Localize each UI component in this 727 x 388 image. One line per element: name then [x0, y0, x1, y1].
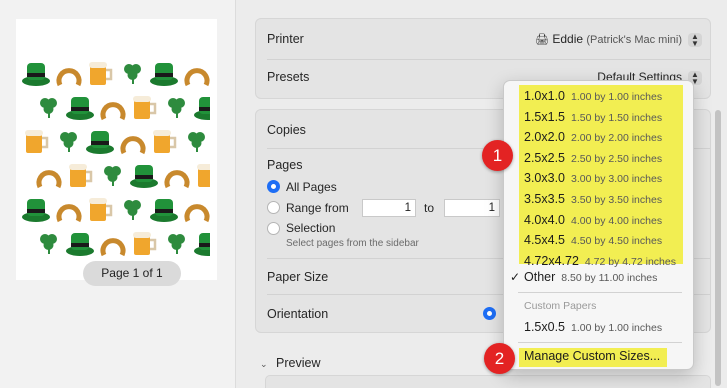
printer-name: Eddie [552, 32, 584, 46]
preview-label: Preview [276, 356, 321, 370]
paper-size-menu: 1.0x1.0 1.00 by 1.00 inches 1.5x1.5 1.50 by… [503, 80, 694, 370]
chevron-down-icon: ⌄ [260, 359, 268, 369]
menu-item-size: 1.00 by 1.00 inches [571, 91, 663, 103]
copies-label: Copies [267, 123, 306, 137]
selection-hint: Select pages from the sidebar [286, 238, 419, 249]
orientation-portrait-radio[interactable] [483, 307, 496, 320]
pages-label: Pages [267, 158, 303, 172]
menu-item-name: 4.0x4.0 [524, 212, 566, 227]
selection-radio[interactable] [267, 222, 280, 235]
custom-papers-heading: Custom Papers [524, 300, 597, 312]
horseshoe-icon [184, 68, 210, 87]
range-radio[interactable] [267, 201, 280, 214]
horseshoe-icon [164, 170, 190, 189]
menu-item-paper-size[interactable]: 4.5x4.5 4.50 by 4.50 inches [524, 233, 662, 253]
horseshoe-icon [120, 136, 146, 155]
checkmark-icon: ✓ [510, 270, 521, 284]
menu-item-name: 3.5x3.5 [524, 192, 566, 206]
menu-item-paper-size[interactable]: 3.5x3.5 3.50 by 3.50 inches [524, 192, 662, 212]
scrollbar-thumb[interactable] [715, 110, 721, 386]
preview-disclosure[interactable]: ⌄ Preview [260, 356, 321, 370]
menu-item-name: 1.5x1.5 [524, 109, 566, 124]
horseshoe-icon [100, 102, 126, 121]
printer-popup[interactable]: 🖨 Eddie (Patrick's Mac mini) [535, 32, 682, 46]
menu-item-custom[interactable]: 1.5x0.5 1.00 by 1.00 inches [524, 320, 662, 340]
menu-item-paper-size[interactable]: 1.0x1.0 1.00 by 1.00 inches [524, 89, 662, 109]
step-1-badge: 1 [482, 140, 513, 171]
menu-item-name: 1.5x0.5 [524, 320, 566, 334]
menu-separator [518, 342, 682, 343]
orientation-label: Orientation [267, 307, 329, 321]
menu-item-name: Other [524, 270, 556, 284]
menu-item-paper-size[interactable]: 2.0x2.0 2.00 by 2.00 inches [524, 130, 662, 150]
horseshoe-icon [184, 204, 210, 223]
menu-item-size: 1.50 by 1.50 inches [571, 111, 663, 124]
all-pages-radio[interactable] [267, 180, 280, 193]
horseshoe-icon [100, 238, 126, 257]
horseshoe-icon [56, 68, 82, 87]
menu-item-size: 4.50 by 4.50 inches [571, 235, 663, 248]
menu-item-size: 4.00 by 4.00 inches [571, 214, 663, 227]
range-from-label: Range from [286, 201, 349, 215]
menu-item-name: 1.0x1.0 [524, 89, 566, 103]
manage-custom-sizes-item[interactable]: Manage Custom Sizes... [524, 349, 660, 369]
menu-item-size: 2.50 by 2.50 inches [571, 152, 663, 165]
menu-item-paper-size[interactable]: 4.0x4.0 4.00 by 4.00 inches [524, 213, 662, 233]
menu-item-size: 1.00 by 1.00 inches [571, 322, 663, 334]
step-2-badge: 2 [484, 343, 515, 374]
menu-item-name: 4.5x4.5 [524, 233, 566, 248]
menu-item-name: 2.5x2.5 [524, 150, 566, 165]
menu-separator [518, 292, 682, 293]
range-to-field[interactable]: 1 [444, 199, 500, 217]
page-thumbnail[interactable]: Page 1 of 1 [16, 19, 217, 286]
printer-icon: 🖨 [535, 34, 549, 46]
scrollbar[interactable] [713, 98, 723, 388]
menu-item-size: 3.00 by 3.00 inches [571, 173, 663, 186]
shamrock-pattern-artwork [22, 62, 210, 257]
horseshoe-icon [36, 170, 62, 189]
menu-item-name: Manage Custom Sizes... [524, 349, 661, 363]
menu-item-paper-size[interactable]: 3.0x3.0 3.00 by 3.00 inches [524, 171, 662, 191]
printer-chevron-icon[interactable]: ▲ ▼ [688, 33, 702, 48]
preview-panel [265, 375, 711, 388]
paper-size-label: Paper Size [267, 270, 329, 284]
menu-item-name: 3.0x3.0 [524, 171, 566, 186]
menu-item-size: 8.50 by 11.00 inches [561, 272, 658, 284]
menu-item-name: 4.72x4.72 [524, 253, 579, 268]
horseshoe-icon [56, 204, 82, 223]
divider [267, 59, 710, 60]
menu-item-size: 3.50 by 3.50 inches [571, 194, 663, 206]
page-thumbnail-sidebar: Page 1 of 1 [0, 0, 236, 388]
menu-item-size: 2.00 by 2.00 inches [571, 132, 663, 145]
range-to-label: to [424, 201, 435, 215]
menu-item-name: 2.0x2.0 [524, 130, 566, 145]
all-pages-label: All Pages [286, 180, 337, 194]
printer-label: Printer [267, 32, 304, 46]
menu-item-paper-size[interactable]: 2.5x2.5 2.50 by 2.50 inches [524, 151, 662, 171]
menu-item-paper-size[interactable]: 1.5x1.5 1.50 by 1.50 inches [524, 110, 662, 130]
page-count-label: Page 1 of 1 [83, 261, 181, 286]
selection-label: Selection [286, 221, 336, 235]
menu-item-size: 4.72 by 4.72 inches [584, 255, 676, 268]
menu-item-other[interactable]: Other 8.50 by 11.00 inches [524, 270, 657, 290]
printer-host: (Patrick's Mac mini) [586, 34, 682, 46]
range-from-field[interactable]: 1 [362, 199, 416, 217]
presets-label: Presets [267, 70, 310, 84]
